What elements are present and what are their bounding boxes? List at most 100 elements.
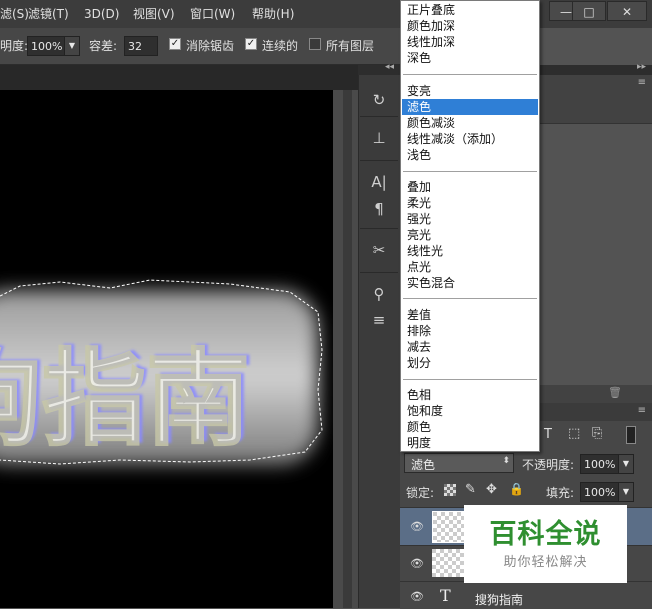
watermark-subtitle: 助你轻松解决 [503,555,588,570]
blend-option-subtract[interactable]: 减去 [407,339,537,355]
maximize-button[interactable]: □ [572,1,606,21]
blend-option-pin-light[interactable]: 点光 [407,259,537,275]
brush-presets-icon[interactable]: ⚲ [364,282,394,306]
contiguous-label: 连续的 [262,39,299,53]
trash-icon[interactable]: 🗑 [608,386,622,399]
tool-divider [360,116,398,117]
lock-transparency-icon[interactable] [444,484,456,496]
canvas[interactable]: 狗指南 狗指南 [0,90,333,608]
close-button[interactable]: ✕ [607,1,647,21]
eye-icon[interactable]: 👁 [410,590,424,603]
lock-pixels-icon[interactable]: ✎ [465,482,476,497]
blend-option-linear-burn[interactable]: 线性加深 [407,34,537,50]
blend-option-color-dodge[interactable]: 颜色减淡 [407,115,537,131]
menu-filter[interactable]: 滤镜(T) [28,0,69,28]
blend-option-difference[interactable]: 差值 [407,307,537,323]
layer-thumbnail [432,511,468,543]
antialias-label: 消除锯齿 [186,39,235,53]
canvas-text-fill: 狗指南 [0,338,250,460]
chevron-down-icon[interactable]: ▼ [64,37,79,55]
blend-option-hard-mix[interactable]: 实色混合 [407,275,537,291]
blend-option-color[interactable]: 颜色 [407,419,537,435]
shape-filter-icon[interactable]: ⬚ [568,426,580,441]
vertical-scrollbar[interactable] [343,90,352,608]
fill-field[interactable]: 100% ▼ [580,482,634,502]
menu-3d[interactable]: 3D(D) [84,0,119,28]
text-layer-icon: T [440,586,451,605]
layer-thumbnail [432,549,466,577]
all-layers-label: 所有图层 [326,39,375,53]
updown-icon: ⬍ [502,456,510,466]
blend-option-color-burn[interactable]: 颜色加深 [407,18,537,34]
blend-option-multiply[interactable]: 正片叠底 [407,2,537,18]
contiguous-checkbox[interactable]: ✓ [245,38,257,50]
menu-help[interactable]: 帮助(H) [252,0,294,28]
layer-row-text[interactable]: 👁 T 搜狗指南 [400,581,652,609]
blend-option-divide[interactable]: 划分 [407,355,537,371]
watermark-title: 百科全说 [489,519,602,550]
layer-opacity-field[interactable]: 100% ▼ [580,454,634,474]
menu-divider [403,74,537,75]
blend-option-screen[interactable]: 滤色 [402,99,538,115]
collapse-icon[interactable]: ◂◂ [385,62,394,72]
fill-label: 填充: [546,486,575,500]
menu-select[interactable]: 滤(S) [0,0,29,28]
antialias-checkbox[interactable]: ✓ [169,38,181,50]
blend-option-soft-light[interactable]: 柔光 [407,195,537,211]
blend-option-overlay[interactable]: 叠加 [407,179,537,195]
canvas-text-group: 狗指南 狗指南 [0,336,254,461]
fill-value: 100% [584,486,616,499]
blend-option-luminosity[interactable]: 明度 [407,435,537,451]
opacity-label: 明度: [0,39,29,53]
layer-opacity-label: 不透明度: [522,458,575,472]
tools-icon[interactable]: ✂ [364,238,394,262]
tolerance-field[interactable]: 32 [124,36,158,56]
blend-mode-select[interactable]: 滤色 ⬍ [404,453,514,473]
chevron-down-icon[interactable]: ▼ [618,455,633,473]
clone-source-icon[interactable]: ≡ [364,308,394,332]
blend-option-saturation[interactable]: 饱和度 [407,403,537,419]
menu-divider [403,171,537,172]
panel-menu-icon[interactable]: ≡ [638,77,646,88]
layer-name: 搜狗指南 [475,593,524,607]
blend-option-linear-dodge[interactable]: 线性减淡（添加） [407,131,537,147]
blend-option-hue[interactable]: 色相 [407,387,537,403]
chevron-down-icon[interactable]: ▼ [618,483,633,501]
blend-option-exclusion[interactable]: 排除 [407,323,537,339]
blend-option-lighten[interactable]: 变亮 [407,83,537,99]
opacity-value: 100% [31,40,63,53]
lock-position-icon[interactable]: ✥ [486,482,497,497]
history-brush-icon[interactable]: ↻ [364,88,394,112]
tool-divider [360,228,398,229]
opacity-field[interactable]: 100% ▼ [27,36,80,56]
lock-label: 锁定: [406,486,435,500]
clone-stamp-icon[interactable]: ⊥ [364,126,394,150]
blend-option-lighter-color[interactable]: 浅色 [407,147,537,163]
blend-option-linear-light[interactable]: 线性光 [407,243,537,259]
blend-mode-dropdown: 正片叠底 颜色加深 线性加深 深色 变亮 滤色 颜色减淡 线性减淡（添加） 浅色… [400,0,540,452]
tool-divider [360,272,398,273]
watermark-logo: 百科全说 助你轻松解决 [464,505,627,583]
menu-window[interactable]: 窗口(W) [190,0,235,28]
canvas-artwork: 狗指南 狗指南 [0,279,323,465]
smart-object-filter-icon[interactable]: ⎘ [592,426,602,441]
menu-view[interactable]: 视图(V) [133,0,175,28]
blend-option-vivid-light[interactable]: 亮光 [407,227,537,243]
eye-icon[interactable]: 👁 [410,557,424,570]
strip-collapse-bar[interactable]: ◂◂ [358,62,400,75]
filter-toggle[interactable] [626,426,636,444]
blend-option-darker-color[interactable]: 深色 [407,50,537,66]
eye-icon[interactable]: 👁 [410,520,424,533]
all-layers-checkbox[interactable] [309,38,321,50]
blend-option-hard-light[interactable]: 强光 [407,211,537,227]
character-icon[interactable]: A| [364,170,394,194]
layers-menu-icon[interactable]: ≡ [638,405,646,416]
menu-divider [403,379,537,380]
type-filter-icon[interactable]: T [544,427,552,442]
blend-mode-value: 滤色 [411,458,436,472]
paragraph-icon[interactable]: ¶ [364,197,394,221]
menu-divider [403,298,537,299]
expand-icon[interactable]: ▸▸ [637,62,646,72]
lock-all-icon[interactable]: 🔒 [509,482,524,496]
tool-divider [360,160,398,161]
